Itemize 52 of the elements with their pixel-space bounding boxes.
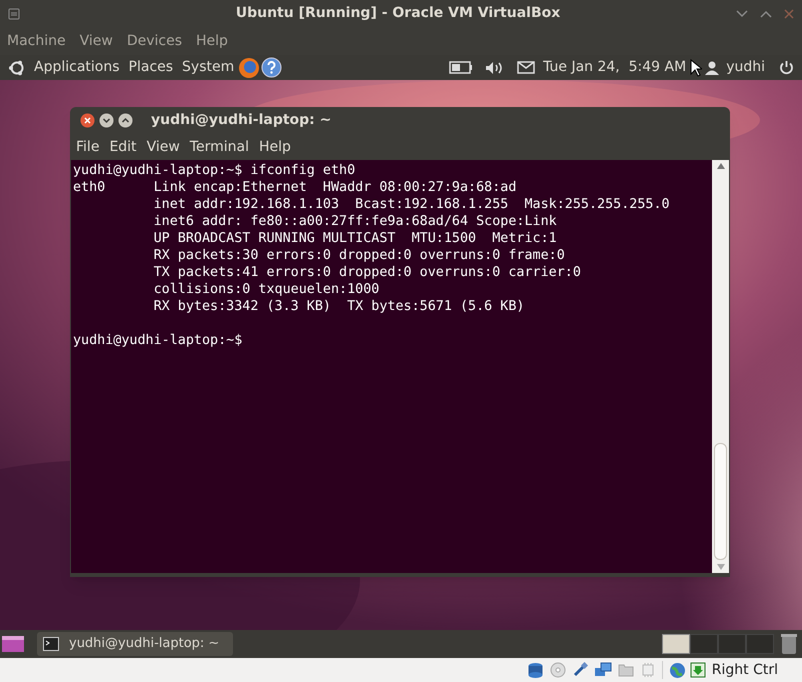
mail-icon[interactable] — [517, 61, 536, 74]
show-desktop-icon[interactable] — [1, 634, 25, 654]
terminal-line: eth0 Link encap:Ethernet HWaddr 08:00:27:9a:68:ad — [73, 179, 518, 196]
terminal-line: TX packets:41 errors:0 dropped:0 overruns:0 carrier:0 — [152, 264, 582, 281]
person-icon[interactable] — [704, 60, 720, 76]
scroll-up-icon[interactable] — [716, 163, 724, 169]
taskbar-button[interactable]: yudhi@yudhi-laptop: ~ — [37, 632, 233, 656]
menu-item[interactable]: Help — [258, 136, 291, 158]
host-key-label: Right Ctrl — [712, 660, 778, 680]
trash-icon[interactable] — [780, 633, 798, 655]
help-icon[interactable] — [261, 57, 282, 78]
menu-item[interactable]: Help — [196, 30, 228, 52]
terminal-line: RX bytes:3342 (3.3 KB) TX bytes:5671 (5.6 KB) — [152, 298, 526, 315]
panel-menu[interactable]: System — [182, 57, 234, 78]
maximize-icon[interactable] — [118, 113, 133, 128]
terminal-line: inet addr:192.168.1.103 Bcast:192.168.1.255 Mask:255.255.255.0 — [152, 196, 671, 213]
power-icon[interactable] — [779, 60, 794, 75]
menu-item[interactable]: View — [146, 136, 180, 158]
disk-icon[interactable] — [526, 662, 544, 678]
terminal-line: yudhi@yudhi-laptop:~$ ifconfig eth0 — [73, 162, 356, 179]
menu-item[interactable]: Edit — [109, 136, 137, 158]
battery-icon[interactable] — [449, 61, 474, 74]
workspace-switcher[interactable] — [662, 634, 774, 654]
menu-item[interactable]: File — [76, 136, 100, 158]
user-name[interactable]: yudhi — [726, 57, 765, 78]
close-icon[interactable] — [80, 113, 95, 128]
terminal-title: yudhi@yudhi-laptop: ~ — [151, 111, 332, 130]
volume-icon[interactable] — [485, 60, 504, 74]
minimize-icon[interactable] — [99, 113, 114, 128]
minimize-icon[interactable] — [736, 10, 748, 18]
panel-menu[interactable]: Applications — [34, 57, 120, 78]
menu-item[interactable]: Devices — [126, 30, 182, 52]
mouse-pointer-icon — [690, 58, 702, 76]
menu-item[interactable]: View — [80, 30, 113, 52]
scrollbar[interactable] — [712, 160, 729, 573]
terminal-line: yudhi@yudhi-laptop:~$ — [73, 332, 244, 349]
panel-menu[interactable]: Places — [128, 57, 174, 78]
terminal-line: UP BROADCAST RUNNING MULTICAST MTU:1500 Metric:1 — [152, 230, 558, 247]
maximize-icon[interactable] — [760, 10, 772, 18]
window-menu-icon[interactable] — [8, 8, 20, 20]
ubuntu-logo-icon[interactable] — [8, 58, 26, 76]
menu-item[interactable]: Terminal — [190, 136, 249, 158]
usb-icon[interactable] — [572, 662, 588, 678]
menu-item[interactable]: Machine — [7, 30, 66, 52]
terminal-line: collisions:0 txqueuelen:1000 — [152, 281, 380, 298]
clock[interactable]: Tue Jan 24, 5:49 AM — [543, 57, 686, 78]
window-title: Ubuntu [Running] - Oracle VM VirtualBox — [236, 4, 560, 23]
scroll-thumb[interactable] — [714, 443, 727, 560]
network-icon[interactable] — [594, 662, 612, 678]
terminal-line: RX packets:30 errors:0 dropped:0 overruns:0 frame:0 — [152, 247, 566, 264]
terminal-icon — [43, 637, 59, 651]
terminal-line: inet6 addr: fe80::a00:27ff:fe9a:68ad/64 Scope:Link — [152, 213, 558, 230]
